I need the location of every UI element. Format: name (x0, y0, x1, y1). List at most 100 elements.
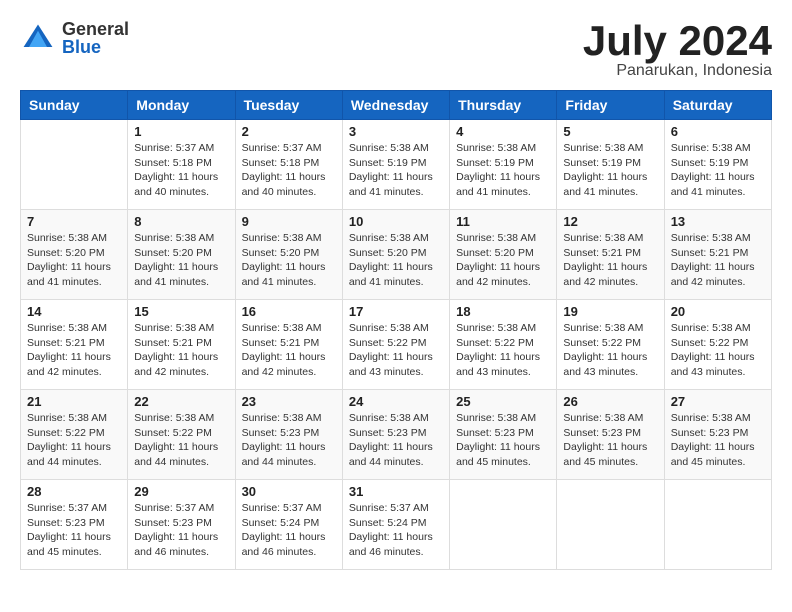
calendar-cell-w1-d2: 2 Sunrise: 5:37 AMSunset: 5:18 PMDayligh… (235, 120, 342, 210)
calendar-cell-w5-d4 (450, 480, 557, 570)
calendar-cell-w4-d4: 25 Sunrise: 5:38 AMSunset: 5:23 PMDaylig… (450, 390, 557, 480)
day-info: Sunrise: 5:38 AMSunset: 5:22 PMDaylight:… (671, 322, 755, 378)
day-info: Sunrise: 5:37 AMSunset: 5:24 PMDaylight:… (242, 502, 326, 558)
day-number: 30 (242, 484, 336, 499)
calendar-cell-w2-d5: 12 Sunrise: 5:38 AMSunset: 5:21 PMDaylig… (557, 210, 664, 300)
calendar-cell-w4-d1: 22 Sunrise: 5:38 AMSunset: 5:22 PMDaylig… (128, 390, 235, 480)
day-info: Sunrise: 5:38 AMSunset: 5:21 PMDaylight:… (671, 232, 755, 288)
day-info: Sunrise: 5:38 AMSunset: 5:21 PMDaylight:… (27, 322, 111, 378)
calendar-cell-w2-d0: 7 Sunrise: 5:38 AMSunset: 5:20 PMDayligh… (21, 210, 128, 300)
logo-text: General Blue (62, 20, 129, 56)
day-info: Sunrise: 5:38 AMSunset: 5:20 PMDaylight:… (242, 232, 326, 288)
day-info: Sunrise: 5:38 AMSunset: 5:23 PMDaylight:… (349, 412, 433, 468)
day-info: Sunrise: 5:37 AMSunset: 5:24 PMDaylight:… (349, 502, 433, 558)
day-number: 19 (563, 304, 657, 319)
day-number: 15 (134, 304, 228, 319)
day-number: 3 (349, 124, 443, 139)
logo-blue: Blue (62, 38, 129, 56)
day-info: Sunrise: 5:38 AMSunset: 5:19 PMDaylight:… (349, 142, 433, 198)
day-number: 10 (349, 214, 443, 229)
calendar-cell-w2-d6: 13 Sunrise: 5:38 AMSunset: 5:21 PMDaylig… (664, 210, 771, 300)
day-number: 31 (349, 484, 443, 499)
calendar-cell-w1-d1: 1 Sunrise: 5:37 AMSunset: 5:18 PMDayligh… (128, 120, 235, 210)
day-number: 22 (134, 394, 228, 409)
calendar-cell-w5-d1: 29 Sunrise: 5:37 AMSunset: 5:23 PMDaylig… (128, 480, 235, 570)
calendar-cell-w5-d2: 30 Sunrise: 5:37 AMSunset: 5:24 PMDaylig… (235, 480, 342, 570)
calendar-cell-w4-d3: 24 Sunrise: 5:38 AMSunset: 5:23 PMDaylig… (342, 390, 449, 480)
day-number: 6 (671, 124, 765, 139)
calendar-cell-w1-d6: 6 Sunrise: 5:38 AMSunset: 5:19 PMDayligh… (664, 120, 771, 210)
day-info: Sunrise: 5:38 AMSunset: 5:21 PMDaylight:… (242, 322, 326, 378)
day-number: 28 (27, 484, 121, 499)
day-number: 14 (27, 304, 121, 319)
week-row-5: 28 Sunrise: 5:37 AMSunset: 5:23 PMDaylig… (21, 480, 772, 570)
week-row-3: 14 Sunrise: 5:38 AMSunset: 5:21 PMDaylig… (21, 300, 772, 390)
day-number: 18 (456, 304, 550, 319)
day-info: Sunrise: 5:38 AMSunset: 5:19 PMDaylight:… (563, 142, 647, 198)
day-info: Sunrise: 5:38 AMSunset: 5:19 PMDaylight:… (671, 142, 755, 198)
calendar-cell-w2-d4: 11 Sunrise: 5:38 AMSunset: 5:20 PMDaylig… (450, 210, 557, 300)
day-number: 9 (242, 214, 336, 229)
day-info: Sunrise: 5:38 AMSunset: 5:22 PMDaylight:… (134, 412, 218, 468)
calendar-cell-w3-d3: 17 Sunrise: 5:38 AMSunset: 5:22 PMDaylig… (342, 300, 449, 390)
calendar-cell-w1-d3: 3 Sunrise: 5:38 AMSunset: 5:19 PMDayligh… (342, 120, 449, 210)
day-info: Sunrise: 5:38 AMSunset: 5:20 PMDaylight:… (134, 232, 218, 288)
day-number: 24 (349, 394, 443, 409)
calendar-cell-w4-d6: 27 Sunrise: 5:38 AMSunset: 5:23 PMDaylig… (664, 390, 771, 480)
day-info: Sunrise: 5:37 AMSunset: 5:18 PMDaylight:… (134, 142, 218, 198)
day-info: Sunrise: 5:37 AMSunset: 5:23 PMDaylight:… (134, 502, 218, 558)
calendar-cell-w3-d2: 16 Sunrise: 5:38 AMSunset: 5:21 PMDaylig… (235, 300, 342, 390)
day-info: Sunrise: 5:37 AMSunset: 5:23 PMDaylight:… (27, 502, 111, 558)
day-info: Sunrise: 5:38 AMSunset: 5:22 PMDaylight:… (456, 322, 540, 378)
week-row-2: 7 Sunrise: 5:38 AMSunset: 5:20 PMDayligh… (21, 210, 772, 300)
header-monday: Monday (128, 91, 235, 120)
page-header: General Blue July 2024 Panarukan, Indone… (20, 20, 772, 80)
logo-icon (20, 20, 56, 56)
day-number: 11 (456, 214, 550, 229)
day-info: Sunrise: 5:37 AMSunset: 5:18 PMDaylight:… (242, 142, 326, 198)
day-number: 1 (134, 124, 228, 139)
calendar-cell-w1-d0 (21, 120, 128, 210)
calendar-cell-w4-d0: 21 Sunrise: 5:38 AMSunset: 5:22 PMDaylig… (21, 390, 128, 480)
calendar-cell-w5-d0: 28 Sunrise: 5:37 AMSunset: 5:23 PMDaylig… (21, 480, 128, 570)
day-number: 8 (134, 214, 228, 229)
day-number: 16 (242, 304, 336, 319)
calendar-cell-w3-d0: 14 Sunrise: 5:38 AMSunset: 5:21 PMDaylig… (21, 300, 128, 390)
calendar-cell-w5-d6 (664, 480, 771, 570)
day-info: Sunrise: 5:38 AMSunset: 5:23 PMDaylight:… (456, 412, 540, 468)
day-number: 20 (671, 304, 765, 319)
day-number: 27 (671, 394, 765, 409)
day-number: 4 (456, 124, 550, 139)
day-number: 5 (563, 124, 657, 139)
calendar-cell-w4-d5: 26 Sunrise: 5:38 AMSunset: 5:23 PMDaylig… (557, 390, 664, 480)
subtitle: Panarukan, Indonesia (583, 62, 772, 80)
day-number: 13 (671, 214, 765, 229)
day-info: Sunrise: 5:38 AMSunset: 5:22 PMDaylight:… (563, 322, 647, 378)
calendar-cell-w2-d2: 9 Sunrise: 5:38 AMSunset: 5:20 PMDayligh… (235, 210, 342, 300)
calendar-cell-w3-d6: 20 Sunrise: 5:38 AMSunset: 5:22 PMDaylig… (664, 300, 771, 390)
day-info: Sunrise: 5:38 AMSunset: 5:23 PMDaylight:… (242, 412, 326, 468)
header-sunday: Sunday (21, 91, 128, 120)
calendar-cell-w5-d3: 31 Sunrise: 5:37 AMSunset: 5:24 PMDaylig… (342, 480, 449, 570)
day-number: 21 (27, 394, 121, 409)
header-wednesday: Wednesday (342, 91, 449, 120)
day-number: 2 (242, 124, 336, 139)
calendar-cell-w3-d1: 15 Sunrise: 5:38 AMSunset: 5:21 PMDaylig… (128, 300, 235, 390)
day-number: 29 (134, 484, 228, 499)
day-info: Sunrise: 5:38 AMSunset: 5:23 PMDaylight:… (671, 412, 755, 468)
weekday-header-row: SundayMondayTuesdayWednesdayThursdayFrid… (21, 91, 772, 120)
day-number: 17 (349, 304, 443, 319)
logo: General Blue (20, 20, 129, 56)
title-section: July 2024 Panarukan, Indonesia (583, 20, 772, 80)
calendar-cell-w3-d5: 19 Sunrise: 5:38 AMSunset: 5:22 PMDaylig… (557, 300, 664, 390)
day-info: Sunrise: 5:38 AMSunset: 5:22 PMDaylight:… (27, 412, 111, 468)
calendar-cell-w2-d1: 8 Sunrise: 5:38 AMSunset: 5:20 PMDayligh… (128, 210, 235, 300)
calendar: SundayMondayTuesdayWednesdayThursdayFrid… (20, 90, 772, 570)
calendar-cell-w4-d2: 23 Sunrise: 5:38 AMSunset: 5:23 PMDaylig… (235, 390, 342, 480)
main-title: July 2024 (583, 20, 772, 62)
calendar-cell-w5-d5 (557, 480, 664, 570)
day-info: Sunrise: 5:38 AMSunset: 5:20 PMDaylight:… (456, 232, 540, 288)
day-number: 25 (456, 394, 550, 409)
day-info: Sunrise: 5:38 AMSunset: 5:21 PMDaylight:… (134, 322, 218, 378)
day-number: 23 (242, 394, 336, 409)
